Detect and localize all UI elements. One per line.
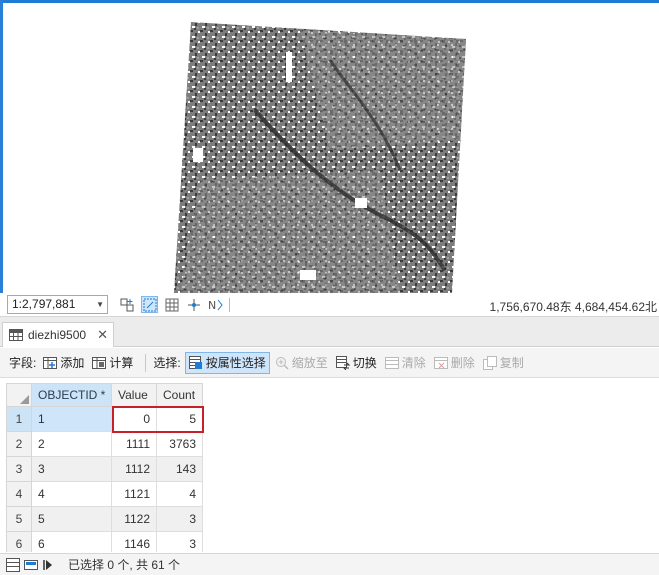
column-header-value[interactable]: Value [112,383,157,407]
row-header[interactable]: 2 [6,432,32,457]
zoom-to-label: 缩放至 [291,356,328,370]
row-header[interactable]: 3 [6,457,32,482]
grid-icon[interactable] [163,296,180,313]
select-by-attributes-label: 按属性选择 [205,356,266,370]
delete-label: 删除 [450,356,475,370]
switch-selection-button[interactable]: 切换 [333,352,380,374]
selection-group-label: 选择: [153,356,181,370]
table-cell-objectid[interactable]: 6 [32,532,112,552]
selection-count-text: 已选择 0 个, 共 61 个 [68,558,181,572]
table-cell-objectid[interactable]: 3 [32,457,112,482]
calculator-icon [92,356,107,370]
show-selected-icon[interactable] [24,558,38,572]
row-header[interactable]: 1 [6,407,32,432]
coordinate-readout: 1,756,670.48东 4,684,454.62北 [489,300,657,314]
table-toolbar: 字段: 添加 计算 选择: 按属性选择 缩放至 切换 清除 删除 复制 [0,348,659,378]
table-view-icon[interactable] [6,557,20,572]
table-cell-count[interactable]: 3 [157,532,203,552]
select-all-corner[interactable] [6,383,32,407]
clear-icon [384,356,399,370]
table-cell-objectid[interactable]: 5 [32,507,112,532]
table-icon [9,329,23,341]
table-cell-count[interactable]: 5 [157,407,203,432]
switch-icon [335,355,350,370]
cross-hair-icon[interactable] [185,296,202,313]
tab-label: diezhi9500 [28,328,87,342]
zoom-to-button[interactable]: 缩放至 [272,352,331,374]
copy-icon [482,355,497,370]
snapping-icon[interactable]: N [207,296,224,313]
svg-text:N: N [208,299,216,312]
table-cell-value[interactable]: 0 [112,407,157,432]
grid-snap-icon[interactable] [118,296,135,313]
map-view[interactable] [0,0,659,293]
table-cell-value[interactable]: 1121 [112,482,157,507]
select-by-attributes-icon [188,355,203,370]
copy-label: 复制 [499,356,524,370]
chevron-down-icon: ▼ [96,300,104,309]
delete-icon [433,356,448,370]
table-cell-count[interactable]: 3763 [157,432,203,457]
table-cell-value[interactable]: 1146 [112,532,157,552]
add-field-icon [43,356,58,370]
scale-value: 1:2,797,881 [12,297,76,311]
table-cell-count[interactable]: 4 [157,482,203,507]
switch-selection-label: 切换 [352,356,377,370]
calculate-field-button[interactable]: 计算 [89,352,136,374]
arcgis-window: 1:2,797,881 ▼ N 1,756,670.48东 4,684,454.… [0,0,659,575]
add-field-button[interactable]: 添加 [40,352,87,374]
toolbar-divider [145,353,147,372]
delete-button[interactable]: 删除 [431,352,478,374]
table-cell-objectid[interactable]: 2 [32,432,112,457]
dynamic-constraints-icon[interactable] [141,296,158,313]
field-group-label: 字段: [9,356,37,370]
table-cell-objectid[interactable]: 1 [32,407,112,432]
tab-diezhi9500[interactable]: diezhi9500 ✕ [2,322,114,347]
attribute-table: OBJECTID * Value Count 1 1 0 5 2 2 1111 … [0,380,659,552]
zoom-icon [275,356,289,370]
row-header[interactable]: 5 [6,507,32,532]
record-navigation-icon[interactable] [42,558,54,572]
clear-selection-label: 清除 [401,356,426,370]
table-cell-value[interactable]: 1111 [112,432,157,457]
raster-layer [174,22,466,293]
column-header-objectid[interactable]: OBJECTID * [32,383,112,407]
row-header[interactable]: 4 [6,482,32,507]
select-by-attributes-button[interactable]: 按属性选择 [184,351,270,374]
table-cell-count[interactable]: 3 [157,507,203,532]
row-header[interactable]: 6 [6,532,32,552]
table-status-bar: 已选择 0 个, 共 61 个 [0,553,659,575]
add-field-label: 添加 [60,356,85,370]
scale-dropdown[interactable]: 1:2,797,881 ▼ [7,295,108,314]
table-tab-strip: diezhi9500 ✕ [0,317,659,347]
table-cell-objectid[interactable]: 4 [32,482,112,507]
map-status-bar: 1:2,797,881 ▼ N 1,756,670.48东 4,684,454.… [0,293,659,317]
table-cell-value[interactable]: 1112 [112,457,157,482]
column-header-count[interactable]: Count [157,383,203,407]
toolbar-divider [226,296,232,313]
close-icon[interactable]: ✕ [97,327,108,343]
table-cell-count[interactable]: 143 [157,457,203,482]
calculate-field-label: 计算 [109,356,134,370]
clear-selection-button[interactable]: 清除 [382,352,429,374]
copy-button[interactable]: 复制 [480,352,527,374]
table-cell-value[interactable]: 1122 [112,507,157,532]
